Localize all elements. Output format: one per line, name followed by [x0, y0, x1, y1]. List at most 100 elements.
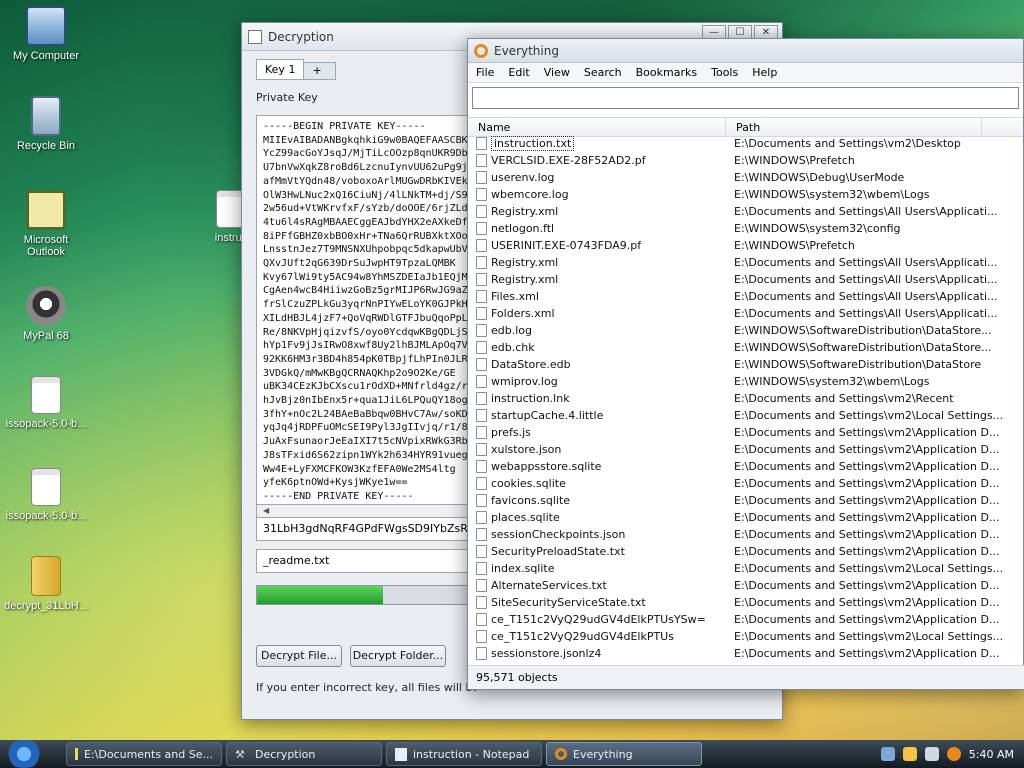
- file-name-cell: cookies.sqlite: [468, 477, 726, 490]
- file-name: favicons.sqlite: [491, 494, 571, 507]
- private-key-textarea[interactable]: -----BEGIN PRIVATE KEY----- MIIEvAIBADAN…: [256, 115, 476, 505]
- list-item[interactable]: places.sqlite E:\Documents and Settings\v…: [468, 509, 1024, 526]
- file-path: E:\Documents and Settings\vm2\Local Sett…: [734, 630, 1004, 643]
- file-path: E:\Documents and Settings\vm2\Applicatio…: [734, 528, 1000, 541]
- menu-view[interactable]: View: [544, 66, 570, 79]
- taskbar-item-explorer[interactable]: E:\Documents and Se...: [66, 742, 222, 766]
- list-item[interactable]: xulstore.json E:\Documents and Settings\v…: [468, 441, 1024, 458]
- everything-tray-icon[interactable]: [946, 747, 961, 761]
- list-item[interactable]: edb.log E:\WINDOWS\SoftwareDistribution\D…: [468, 322, 1024, 339]
- file-name: netlogon.ftl: [491, 222, 555, 235]
- desktop-icon-recycle-bin[interactable]: Recycle Bin: [1, 96, 91, 152]
- list-item[interactable]: Registry.xml E:\Documents and Settings\Al…: [468, 254, 1024, 271]
- list-item[interactable]: DataStore.edb E:\WINDOWS\SoftwareDistribu…: [468, 356, 1024, 373]
- file-path: E:\Documents and Settings\vm2\Applicatio…: [734, 579, 1000, 592]
- desktop-icon-issopack-2[interactable]: issopack-5.0-b...: [1, 468, 91, 522]
- everything-window[interactable]: Everything File Edit View Search Bookmar…: [467, 38, 1024, 690]
- tab-key-1[interactable]: Key 1: [256, 59, 305, 80]
- file-icon: [476, 239, 487, 252]
- taskbar-item-everything[interactable]: Everything: [546, 742, 702, 766]
- list-item[interactable]: sessionCheckpoints.json E:\Documents and …: [468, 526, 1024, 543]
- list-item[interactable]: ce_T151c2VyQ29udGV4dElkPTUsYSw= E:\Docume…: [468, 611, 1024, 628]
- taskbar-item-label: E:\Documents and Se...: [83, 747, 213, 761]
- file-name: Registry.xml: [491, 273, 559, 286]
- scroll-left-arrow-icon[interactable]: ◀: [263, 506, 269, 515]
- menu-edit[interactable]: Edit: [508, 66, 529, 79]
- column-header-path[interactable]: Path: [726, 118, 982, 136]
- list-item[interactable]: userenv.log E:\WINDOWS\Debug\UserMode: [468, 169, 1024, 186]
- desktop-icon-label: Recycle Bin: [16, 140, 76, 152]
- mypal-raccoon-icon: [26, 286, 66, 326]
- file-name: wbemcore.log: [491, 188, 569, 201]
- victim-id-field[interactable]: 31LbH3gdNqRF4GPdFWgsSD9IYbZsR93B5N: [256, 517, 476, 541]
- file-path: E:\Documents and Settings\vm2\Applicatio…: [734, 511, 1000, 524]
- list-item[interactable]: webappsstore.sqlite E:\Documents and Sett…: [468, 458, 1024, 475]
- desktop-icon-mypal[interactable]: MyPal 68: [1, 286, 91, 342]
- file-path: E:\Documents and Settings\vm2\Local Sett…: [734, 409, 1004, 422]
- list-item[interactable]: Folders.xml E:\Documents and Settings\All…: [468, 305, 1024, 322]
- file-path: E:\Documents and Settings\vm2\Local Sett…: [734, 562, 1004, 575]
- file-name: SecurityPreloadState.txt: [491, 545, 625, 558]
- search-input[interactable]: [472, 87, 1019, 109]
- menu-tools[interactable]: Tools: [711, 66, 738, 79]
- add-tab-button[interactable]: +: [304, 62, 337, 80]
- list-item[interactable]: wbemcore.log E:\WINDOWS\system32\wbem\Log…: [468, 186, 1024, 203]
- decrypt-file-button[interactable]: Decrypt File...: [256, 645, 342, 667]
- file-icon: [476, 596, 487, 609]
- file-icon: [476, 375, 487, 388]
- list-item[interactable]: instruction.lnk E:\Documents and Settings…: [468, 390, 1024, 407]
- list-item[interactable]: SecurityPreloadState.txt E:\Documents and…: [468, 543, 1024, 560]
- list-item[interactable]: cookies.sqlite E:\Documents and Settings\…: [468, 475, 1024, 492]
- list-item[interactable]: index.sqlite E:\Documents and Settings\vm…: [468, 560, 1024, 577]
- decrypt-folder-button[interactable]: Decrypt Folder...: [350, 645, 446, 667]
- list-item[interactable]: VERCLSID.EXE-28F52AD2.pf E:\WINDOWS\Prefe…: [468, 152, 1024, 169]
- list-item[interactable]: instruction.txt E:\Documents and Settings…: [468, 135, 1024, 152]
- file-name: cookies.sqlite: [491, 477, 566, 490]
- file-name-cell: Registry.xml: [468, 256, 726, 269]
- shield-icon[interactable]: [902, 747, 917, 761]
- list-item[interactable]: startupCache.4.little E:\Documents and Se…: [468, 407, 1024, 424]
- list-item[interactable]: SiteSecurityServiceState.txt E:\Documents…: [468, 594, 1024, 611]
- key-tabs: Key 1 +: [256, 59, 337, 80]
- list-item[interactable]: prefs.js E:\Documents and Settings\vm2\Ap…: [468, 424, 1024, 441]
- list-item[interactable]: sessionstore.jsonlz4 E:\Documents and Set…: [468, 645, 1024, 662]
- list-item[interactable]: ce_T151c2VyQ29udGV4dElkPTUs E:\Documents …: [468, 628, 1024, 645]
- list-item[interactable]: Registry.xml E:\Documents and Settings\Al…: [468, 271, 1024, 288]
- list-item[interactable]: edb.chk E:\WINDOWS\SoftwareDistribution\D…: [468, 339, 1024, 356]
- list-item[interactable]: favicons.sqlite E:\Documents and Settings…: [468, 492, 1024, 509]
- start-button[interactable]: [0, 740, 48, 768]
- menu-file[interactable]: File: [476, 66, 494, 79]
- list-item[interactable]: wmiprov.log E:\WINDOWS\system32\wbem\Logs: [468, 373, 1024, 390]
- list-item[interactable]: netlogon.ftl E:\WINDOWS\system32\config: [468, 220, 1024, 237]
- menu-search[interactable]: Search: [584, 66, 622, 79]
- taskbar-item-decryption[interactable]: ⚒ Decryption: [226, 742, 382, 766]
- menu-help[interactable]: Help: [752, 66, 777, 79]
- network-icon[interactable]: [924, 747, 939, 761]
- file-icon: [476, 528, 487, 541]
- file-name-cell: startupCache.4.little: [468, 409, 726, 422]
- desktop-icon-decrypt-zip[interactable]: decrypt_31LbH...: [1, 556, 91, 612]
- status-bar: 95,571 objects: [468, 665, 1024, 689]
- desktop-icon-label: Microsoft Outlook: [23, 234, 69, 258]
- desktop-icon-issopack-1[interactable]: issopack-5.0-b...: [1, 376, 91, 430]
- list-item[interactable]: AlternateServices.txt E:\Documents and Se…: [468, 577, 1024, 594]
- file-name-cell: Files.xml: [468, 290, 726, 303]
- desktop-icon-outlook[interactable]: Microsoft Outlook: [1, 190, 91, 258]
- file-path: E:\WINDOWS\SoftwareDistribution\DataStor…: [734, 341, 992, 354]
- file-path: E:\Documents and Settings\vm2\Applicatio…: [734, 426, 1000, 439]
- everything-titlebar[interactable]: Everything: [468, 39, 1023, 63]
- menu-bookmarks[interactable]: Bookmarks: [636, 66, 697, 79]
- list-item[interactable]: Files.xml E:\Documents and Settings\All U…: [468, 288, 1024, 305]
- readme-field[interactable]: _readme.txt: [256, 549, 476, 573]
- taskbar-item-notepad[interactable]: instruction - Notepad: [386, 742, 542, 766]
- list-item[interactable]: Registry.xml E:\Documents and Settings\Al…: [468, 203, 1024, 220]
- file-icon: [476, 426, 487, 439]
- desktop-icon-label: decrypt_31LbH...: [4, 600, 88, 612]
- file-name: edb.log: [491, 324, 532, 337]
- keyboard-icon[interactable]: [880, 747, 895, 761]
- column-header-name[interactable]: Name: [468, 118, 726, 136]
- list-item[interactable]: USERINIT.EXE-0743FDA9.pf E:\WINDOWS\Prefe…: [468, 237, 1024, 254]
- desktop-icon-my-computer[interactable]: My Computer: [1, 6, 91, 62]
- results-list[interactable]: instruction.txt E:\Documents and Settings…: [468, 135, 1024, 663]
- clock[interactable]: 5:40 AM: [969, 748, 1014, 761]
